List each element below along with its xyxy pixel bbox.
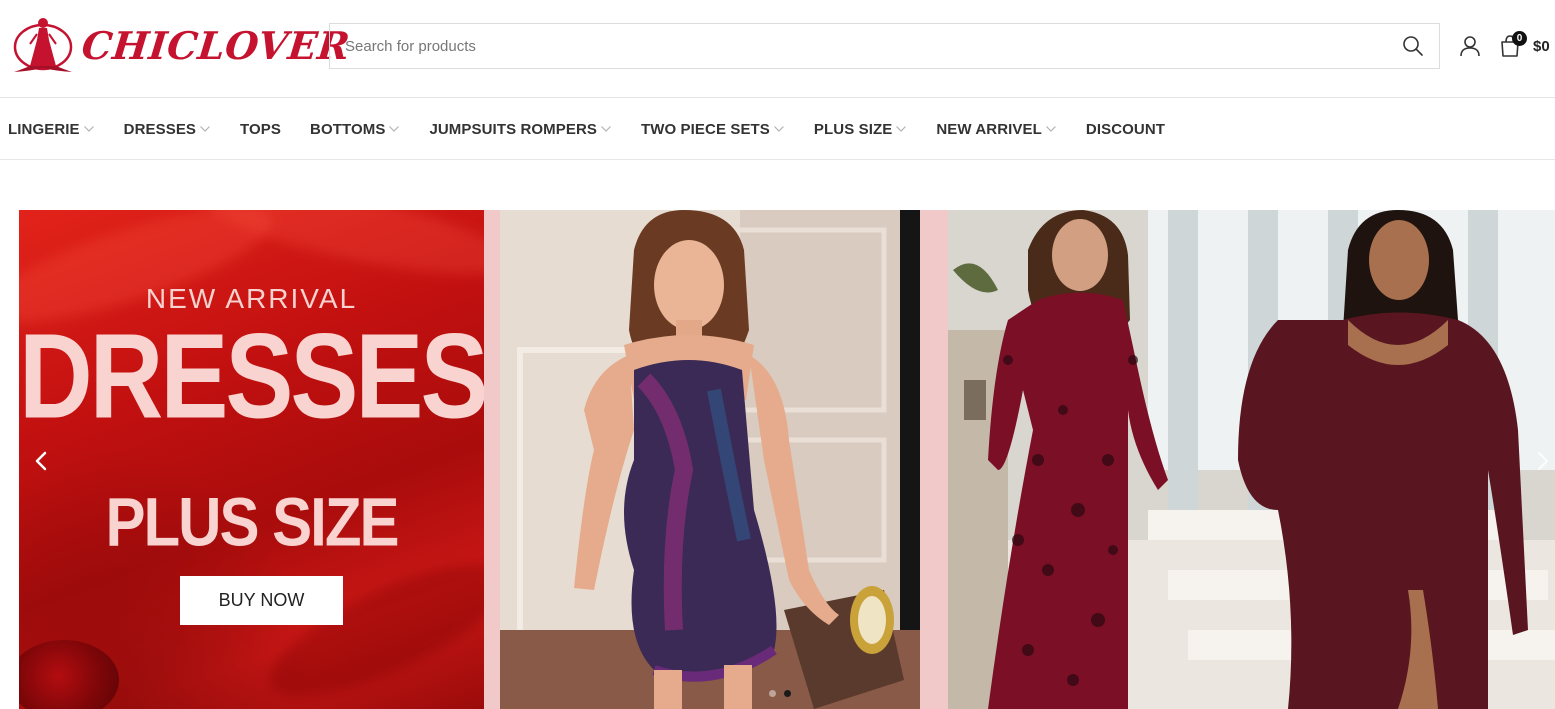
cart-total: $0 [1533, 37, 1550, 55]
chevron-down-icon [200, 126, 210, 132]
nav-item-label: NEW ARRIVEL [936, 120, 1042, 138]
models-illustration [948, 210, 1555, 709]
slider-dot[interactable] [784, 690, 791, 697]
promo-tagline: PLUS SIZE [105, 483, 399, 561]
hero-photo-burgundy-dresses[interactable] [948, 210, 1555, 709]
nav-item-label: PLUS SIZE [813, 120, 893, 138]
rose-decoration [19, 640, 119, 709]
chevron-right-icon [1538, 452, 1548, 470]
brand-name: CHICLOVER [79, 22, 353, 68]
nav-item-label: DRESSES [123, 120, 197, 138]
search-bar [329, 23, 1440, 69]
search-icon[interactable] [1391, 24, 1435, 68]
chevron-down-icon [1045, 126, 1056, 132]
brand-logo[interactable]: CHICLOVER [10, 14, 353, 76]
nav-item-label: DISCOUNT [1085, 120, 1166, 138]
main-nav: LINGERIE DRESSES TOPS BOTTOMS JUMPSUITS ROMP… [0, 99, 1555, 160]
hero-photo-iridescent-dress[interactable] [484, 210, 948, 709]
hero-slider: NEW ARRIVAL DRESSES PLUS SIZE BUY NOW [19, 210, 1555, 709]
chevron-down-icon [896, 126, 907, 132]
nav-item-lingerie[interactable]: LINGERIE [8, 121, 95, 138]
chevron-left-icon [35, 451, 47, 471]
buy-now-button[interactable]: BUY NOW [180, 576, 343, 625]
slider-pagination [769, 690, 791, 697]
nav-item-bottoms[interactable]: BOTTOMS [310, 121, 400, 138]
slider-dot[interactable] [769, 690, 776, 697]
promo-headline: DRESSES [19, 309, 484, 444]
chevron-down-icon [389, 126, 400, 132]
site-header: CHICLOVER 0 $0 [0, 0, 1555, 98]
nav-item-label: JUMPSUITS ROMPERS [429, 120, 597, 138]
slider-next-button[interactable] [1531, 449, 1555, 473]
nav-item-tops[interactable]: TOPS [240, 121, 281, 138]
nav-item-jumpsuits-rompers[interactable]: JUMPSUITS ROMPERS [429, 121, 612, 138]
search-input[interactable] [345, 24, 1391, 68]
cart-count-badge: 0 [1512, 31, 1527, 46]
nav-item-label: TWO PIECE SETS [641, 120, 770, 138]
model-illustration [500, 210, 920, 709]
chevron-down-icon [83, 126, 94, 132]
nav-item-new-arrivel[interactable]: NEW ARRIVEL [936, 121, 1057, 138]
nav-item-plus-size[interactable]: PLUS SIZE [814, 121, 907, 138]
shopping-bag-icon: 0 [1497, 31, 1527, 60]
user-icon[interactable] [1457, 33, 1483, 59]
nav-item-label: BOTTOMS [310, 120, 386, 138]
nav-item-dresses[interactable]: DRESSES [124, 121, 211, 138]
dress-logo-icon [13, 18, 73, 72]
chevron-down-icon [601, 126, 611, 132]
nav-item-discount[interactable]: DISCOUNT [1086, 121, 1165, 138]
slider-prev-button[interactable] [29, 449, 53, 473]
nav-item-label: TOPS [240, 120, 282, 138]
cart-button[interactable]: 0 $0 [1497, 30, 1550, 62]
chevron-down-icon [773, 126, 784, 132]
nav-item-label: LINGERIE [8, 120, 80, 138]
promo-banner[interactable]: NEW ARRIVAL DRESSES PLUS SIZE BUY NOW [19, 210, 484, 709]
nav-item-two-piece-sets[interactable]: TWO PIECE SETS [641, 121, 785, 138]
